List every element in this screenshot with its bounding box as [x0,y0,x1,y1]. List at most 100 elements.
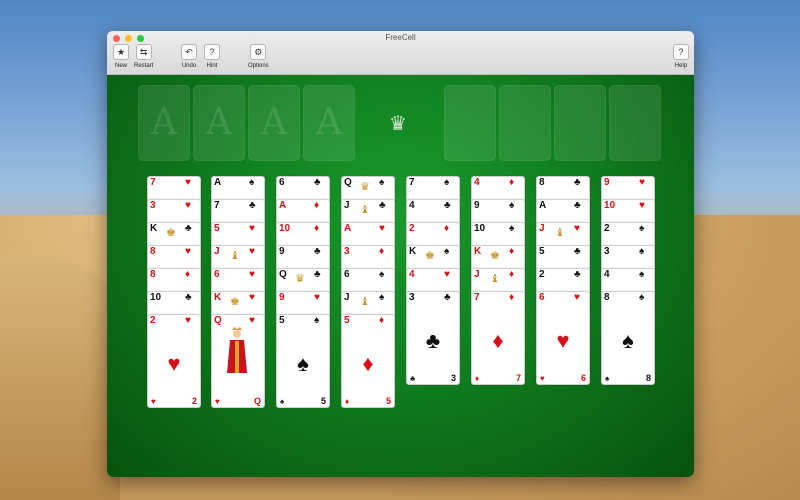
playing-card[interactable]: 5 ♦ ♦ ♦ 5 [341,314,395,408]
hint-bubble-icon: ? [204,44,220,60]
card-center-suit-icon: ♦ [362,351,374,376]
face-card-figure-icon: ♛ [295,273,305,285]
options-button[interactable]: ⚙ Options [248,44,269,69]
card-suit: ♥ [185,177,191,188]
playing-card[interactable]: 6 ♥ ♥ ♥ 6 [536,291,590,385]
card-rank: J [474,269,480,280]
playing-card[interactable]: Q ♥ ♥ Q [211,314,265,408]
card-rank: 5 [344,315,350,326]
card-rank: J [539,223,545,234]
playing-card[interactable]: 7 ♦ ♦ ♦ 7 [471,291,525,385]
card-rank: Q [279,269,287,280]
new-button[interactable]: ★ New [113,44,129,69]
titlebar: FreeCell ★ New ⇆ Restart ↶ Undo ? Hint ⚙… [107,31,694,75]
face-card-figure-icon: ♝ [230,250,240,262]
new-label: New [114,63,127,69]
card-suit: ♥ [314,292,320,303]
card-suit: ♦ [185,269,191,280]
free-cell[interactable] [444,85,496,161]
card-bottom-suit: ♣ [410,374,416,383]
card-suit: ♥ [249,223,255,234]
card-suit: ♣ [314,269,321,280]
playing-card[interactable]: 3 ♣ ♣ ♣ 3 [406,291,460,385]
free-cell[interactable] [609,85,661,161]
card-rank: K [474,246,482,257]
free-cell[interactable] [554,85,606,161]
help-label: Help [674,63,688,69]
card-rank: 9 [474,200,480,211]
card-rank: 10 [150,292,162,303]
card-suit: ♥ [185,200,191,211]
card-rank: J [344,200,350,211]
card-suit: ♣ [185,223,192,234]
card-rank: 5 [214,223,220,234]
card-suit: ♣ [314,246,321,257]
card-rank: 8 [604,292,610,303]
help-button[interactable]: ? Help [673,44,689,69]
card-bottom-rank: 5 [320,396,326,406]
card-rank: 5 [279,315,285,326]
undo-arrow-icon: ↶ [181,44,197,60]
card-suit: ♠ [314,315,320,326]
card-suit: ♣ [574,177,581,188]
desktop-dune-left [0,255,120,500]
card-suit: ♦ [314,200,320,211]
card-rank: 7 [409,177,415,188]
card-bottom-index: ♥ 2 [151,395,197,406]
foundation-slot[interactable]: A [138,85,190,161]
foundation-slot[interactable]: A [193,85,245,161]
card-bottom-rank: 5 [385,396,391,406]
undo-button[interactable]: ↶ Undo [181,44,197,69]
hint-button[interactable]: ? Hint [204,44,220,69]
card-suit: ♠ [509,200,515,211]
card-suit: ♦ [509,292,515,303]
card-suit: ♣ [444,200,451,211]
foundation-slot[interactable]: A [303,85,355,161]
card-suit: ♦ [444,223,450,234]
card-rank: J [214,246,220,257]
card-suit: ♣ [574,269,581,280]
free-cell[interactable] [499,85,551,161]
undo-label: Undo [181,63,197,69]
playing-card[interactable]: 8 ♠ ♠ ♠ 8 [601,291,655,385]
card-rank: J [344,292,350,303]
card-suit: ♥ [639,200,645,211]
card-suit: ♠ [249,177,255,188]
card-rank: 4 [409,269,415,280]
card-bottom-rank: 3 [450,373,456,383]
card-suit: ♥ [185,315,191,326]
foundation-slot[interactable]: A [248,85,300,161]
card-rank: A [539,200,547,211]
playing-card[interactable]: 2 ♥ ♥ ♥ 2 [147,314,201,408]
queen-figure-icon [227,327,247,373]
card-suit: ♣ [314,177,321,188]
card-suit: ♠ [444,246,450,257]
restart-icon: ⇆ [135,44,152,60]
card-suit: ♥ [574,292,580,303]
card-suit: ♦ [314,223,320,234]
card-rank: A [344,223,352,234]
card-rank: A [214,177,222,188]
card-bottom-index: ♥ 6 [540,372,586,383]
restart-label: Restart [134,63,154,69]
playing-card[interactable]: 5 ♠ ♠ ♠ 5 [276,314,330,408]
card-suit: ♠ [379,292,385,303]
card-rank: 4 [474,177,480,188]
face-card-figure-icon: ♛ [360,181,370,193]
card-rank: 2 [604,223,610,234]
card-suit: ♠ [379,177,385,188]
card-suit: ♠ [379,269,385,280]
card-bottom-index: ♦ 5 [345,395,391,406]
card-table: A A A A ♛ 7 ♥ 3 ♥ K ♣ ♚ 8 ♥ 8 ♦ 10 ♣ 2 ♥ ♥ ♥ 2 A ♠ 7 ♣ 5 ♥ J ♥ ♝ 6 ♥… [107,75,694,477]
card-bottom-suit: ♥ [540,374,545,383]
card-rank: 7 [150,177,156,188]
star-icon: ★ [113,44,129,60]
card-suit: ♠ [509,223,515,234]
card-center-suit-icon: ♠ [297,351,309,376]
card-rank: 8 [150,246,156,257]
card-suit: ♣ [185,292,192,303]
restart-button[interactable]: ⇆ Restart [134,44,153,69]
options-label: Options [248,63,269,69]
card-bottom-suit: ♦ [345,397,350,406]
card-center-suit-icon: ♦ [492,328,504,353]
